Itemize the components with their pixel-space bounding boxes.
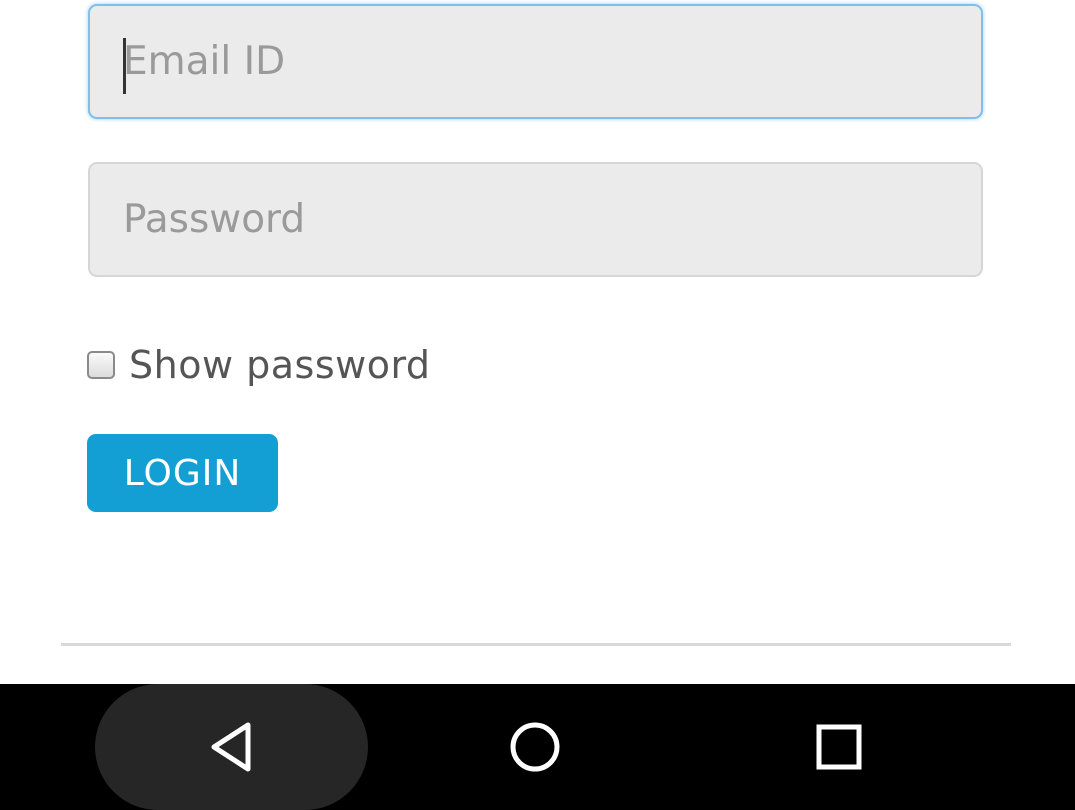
show-password-label[interactable]: Show password xyxy=(129,343,431,387)
password-input[interactable] xyxy=(90,164,981,275)
divider xyxy=(61,643,1011,646)
home-circle-icon xyxy=(510,722,560,772)
login-button-label: LOGIN xyxy=(123,452,242,494)
recent-apps-square-icon xyxy=(816,724,862,770)
password-field-container xyxy=(88,162,983,277)
system-navigation-bar xyxy=(0,684,1075,810)
back-button[interactable] xyxy=(172,684,292,810)
show-password-row[interactable]: Show password xyxy=(87,340,431,390)
login-button[interactable]: LOGIN xyxy=(87,434,278,512)
email-input[interactable] xyxy=(90,6,981,117)
recent-apps-button[interactable] xyxy=(779,684,899,810)
login-screen: Show password LOGIN xyxy=(0,0,1075,810)
show-password-checkbox[interactable] xyxy=(87,351,115,379)
back-triangle-icon xyxy=(211,722,251,772)
email-field-container xyxy=(88,4,983,119)
home-button[interactable] xyxy=(475,684,595,810)
text-caret xyxy=(123,38,126,94)
